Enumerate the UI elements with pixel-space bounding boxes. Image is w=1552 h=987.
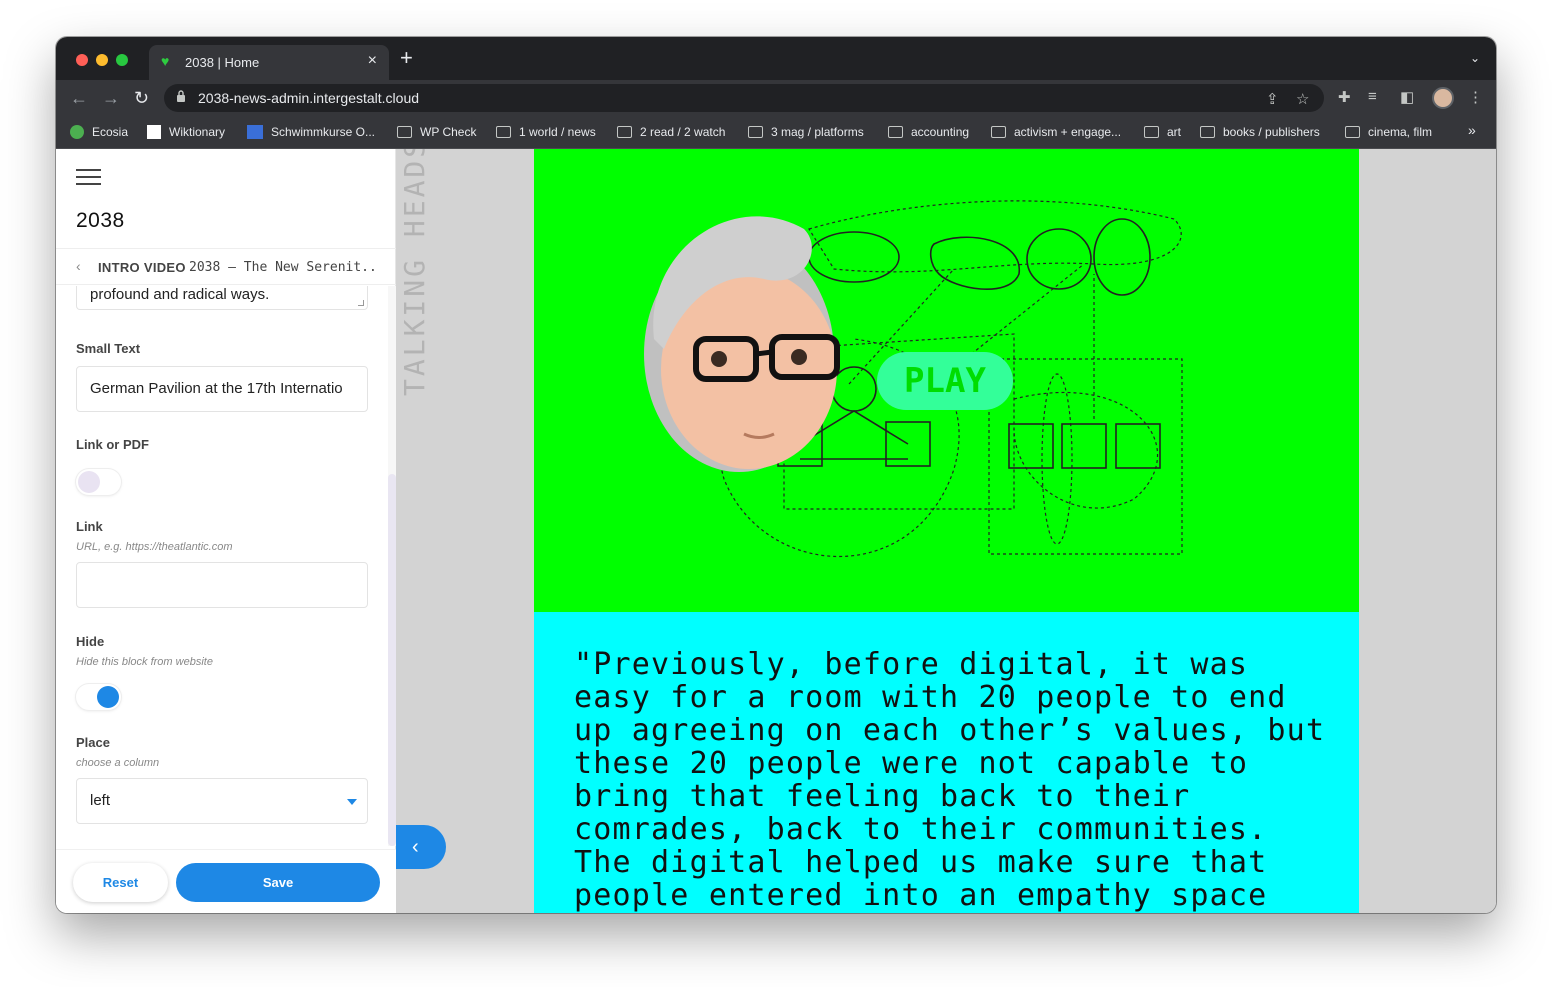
bookmark-wp-check[interactable]: WP Check: [397, 125, 476, 139]
close-window-button[interactable]: [76, 54, 88, 66]
address-bar[interactable]: 2038-news-admin.intergestalt.cloud ⇪ ☆: [164, 84, 1324, 112]
side-panel-icon[interactable]: ◧: [1400, 88, 1414, 106]
profile-avatar[interactable]: [1432, 87, 1454, 109]
new-tab-button[interactable]: +: [400, 47, 413, 69]
menu-icon[interactable]: ⋮: [1468, 88, 1483, 106]
bookmark-mag-platforms[interactable]: 3 mag / platforms: [748, 125, 864, 139]
maximize-window-button[interactable]: [116, 54, 128, 66]
link-label: Link: [76, 519, 103, 534]
block-form: profound and radical ways. Small Text Ge…: [56, 286, 396, 846]
bookmark-ecosia[interactable]: Ecosia: [70, 125, 128, 139]
editor-panel: 2038 ‹ INTRO VIDEO 2038 – The New Sereni…: [56, 149, 396, 913]
folder-icon: [496, 126, 511, 138]
hamburger-menu-icon[interactable]: [76, 169, 101, 185]
browser-toolbar: ← → ↻ 2038-news-admin.intergestalt.cloud…: [56, 80, 1496, 116]
folder-icon: [748, 126, 763, 138]
folder-icon: [1144, 126, 1159, 138]
swim-icon: [247, 125, 263, 139]
quote-text: "Previously, before digital, it was easy…: [574, 647, 1326, 913]
scrollbar-thumb[interactable]: [388, 474, 396, 846]
url-text: 2038-news-admin.intergestalt.cloud: [198, 90, 420, 106]
block-type-label: INTRO VIDEO: [98, 260, 186, 275]
chevron-left-icon[interactable]: ‹: [76, 258, 81, 274]
bookmark-books[interactable]: books / publishers: [1200, 125, 1320, 139]
section-vertical-label: TALKING HEADS: [398, 149, 431, 396]
folder-icon: [1345, 126, 1360, 138]
link-input[interactable]: [76, 562, 368, 608]
tab-strip: ♥ 2038 | Home × + ⌄: [56, 37, 1496, 80]
description-textarea[interactable]: profound and radical ways.: [76, 286, 368, 310]
link-or-pdf-toggle[interactable]: [76, 469, 121, 495]
bookmarks-bar: Ecosia Wiktionary Schwimmkurse O... WP C…: [56, 116, 1496, 149]
place-help: choose a column: [76, 757, 160, 769]
bookmark-wiktionary[interactable]: Wiktionary: [147, 125, 225, 139]
close-tab-icon[interactable]: ×: [368, 52, 377, 70]
page-content: TALKING HEADS PLAY "Previously, before d…: [56, 149, 1496, 913]
play-button[interactable]: PLAY: [877, 352, 1013, 410]
toggle-knob: [78, 471, 100, 493]
folder-icon: [1200, 126, 1215, 138]
reload-icon[interactable]: ↻: [134, 86, 149, 110]
folder-icon: [991, 126, 1006, 138]
hide-toggle[interactable]: [76, 684, 121, 710]
ecosia-icon: [70, 125, 84, 139]
back-icon[interactable]: ←: [70, 86, 88, 110]
bookmark-accounting[interactable]: accounting: [888, 125, 969, 139]
block-name: 2038 – The New Serenit...: [189, 260, 379, 275]
bookmark-schwimmkurse[interactable]: Schwimmkurse O...: [247, 125, 375, 139]
link-or-pdf-label: Link or PDF: [76, 437, 149, 452]
bookmark-cinema[interactable]: cinema, film: [1345, 125, 1432, 139]
browser-tab[interactable]: ♥ 2038 | Home ×: [149, 45, 389, 80]
resize-handle-icon[interactable]: [358, 300, 364, 306]
bookmark-activism[interactable]: activism + engage...: [991, 125, 1121, 139]
small-text-input[interactable]: German Pavilion at the 17th Internatio: [76, 366, 368, 412]
extensions-icon[interactable]: ✚: [1338, 88, 1351, 106]
tab-search-icon[interactable]: ⌄: [1470, 51, 1480, 65]
folder-icon: [397, 126, 412, 138]
hero-video-block[interactable]: PLAY: [534, 149, 1359, 612]
folder-icon: [888, 126, 903, 138]
toggle-knob: [97, 686, 119, 708]
bookmark-star-icon[interactable]: ☆: [1296, 90, 1309, 108]
panel-footer: Reset Save: [56, 849, 396, 913]
green-heart-icon: ♥: [161, 53, 170, 69]
share-icon[interactable]: ⇪: [1266, 90, 1279, 108]
quote-block: "Previously, before digital, it was easy…: [534, 612, 1359, 913]
bookmarks-overflow[interactable]: »: [1468, 122, 1476, 138]
chevron-down-icon: [347, 799, 357, 805]
tab-title: 2038 | Home: [185, 55, 260, 70]
bookmark-art[interactable]: art: [1144, 125, 1181, 139]
bookmark-world-news[interactable]: 1 world / news: [496, 125, 596, 139]
reset-button[interactable]: Reset: [73, 863, 168, 902]
chevron-left-icon: ‹: [412, 836, 419, 858]
small-text-label: Small Text: [76, 341, 141, 356]
minimize-window-button[interactable]: [96, 54, 108, 66]
hide-help: Hide this block from website: [76, 656, 213, 668]
save-button[interactable]: Save: [176, 863, 380, 902]
wiktionary-icon: [147, 125, 161, 139]
breadcrumb[interactable]: ‹ INTRO VIDEO 2038 – The New Serenit...: [56, 248, 396, 285]
avatar-head-illustration: [644, 216, 840, 472]
collapse-panel-button[interactable]: ‹: [396, 825, 446, 869]
forward-icon[interactable]: →: [102, 86, 120, 110]
place-label: Place: [76, 735, 110, 750]
lock-icon: [177, 90, 185, 102]
browser-window: ♥ 2038 | Home × + ⌄ ← → ↻ 2038-news-admi…: [56, 37, 1496, 913]
media-control-icon[interactable]: ≡: [1368, 88, 1377, 105]
hide-label: Hide: [76, 634, 105, 649]
bookmark-read-watch[interactable]: 2 read / 2 watch: [617, 125, 725, 139]
link-help: URL, e.g. https://theatlantic.com: [76, 541, 233, 553]
place-select[interactable]: left: [76, 778, 368, 824]
site-title: 2038: [76, 209, 125, 232]
folder-icon: [617, 126, 632, 138]
